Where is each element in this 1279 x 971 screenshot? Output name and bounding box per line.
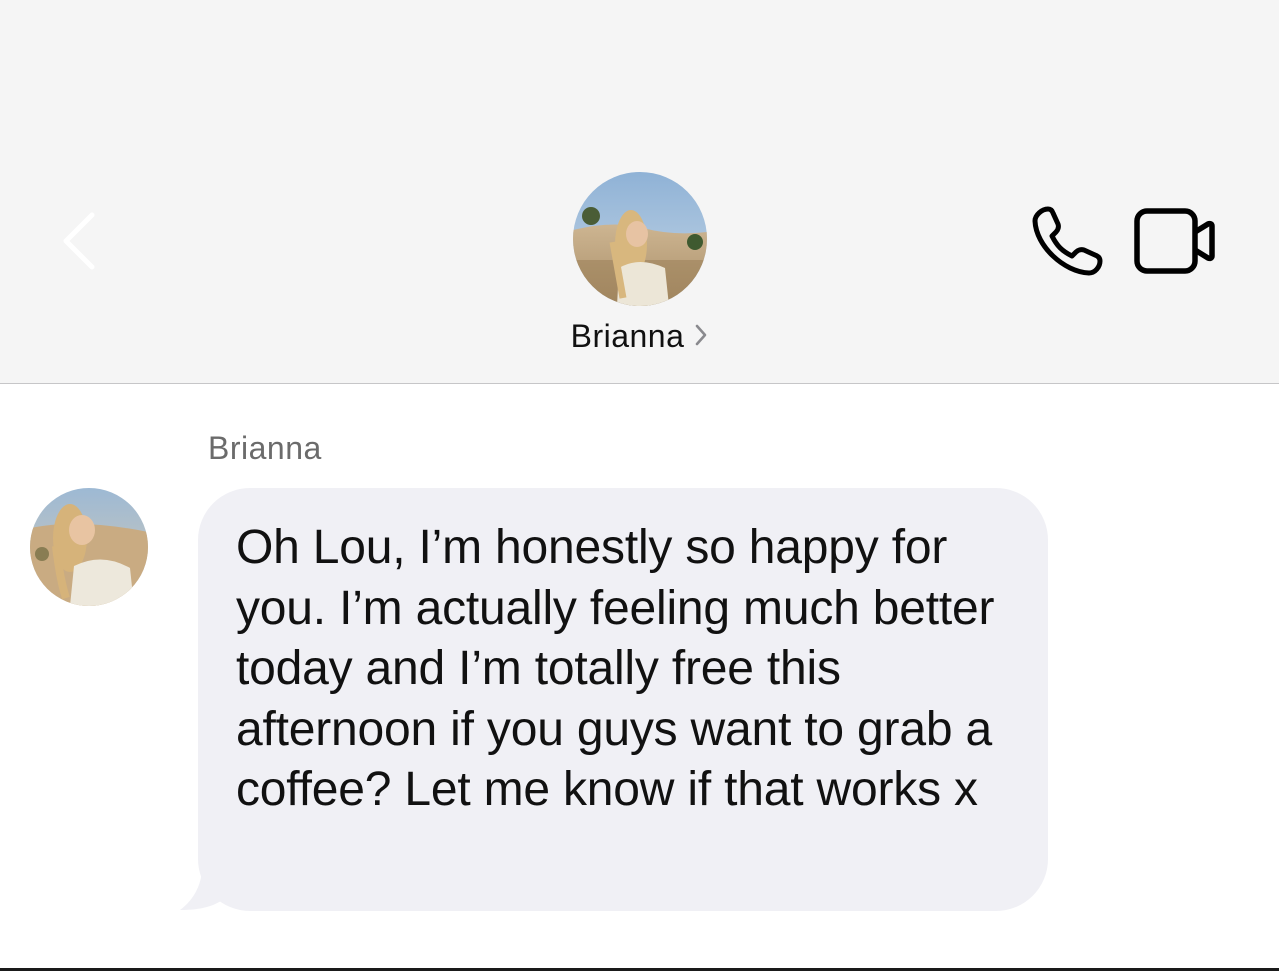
- video-call-button[interactable]: [1132, 204, 1218, 278]
- sender-avatar[interactable]: [30, 488, 148, 606]
- phone-icon: [1032, 206, 1103, 276]
- chevron-right-icon: [694, 318, 708, 355]
- message-sender-name: Brianna: [208, 430, 322, 466]
- contact-avatar[interactable]: [573, 172, 707, 306]
- message-bubble[interactable]: Oh Lou, I’m honestly so happy for you. I…: [198, 488, 1048, 911]
- back-button[interactable]: [52, 205, 112, 277]
- messages-screen: Brianna Brianna Oh Lou, I’m honestly so …: [0, 0, 1279, 971]
- message-text: Oh Lou, I’m honestly so happy for you. I…: [236, 521, 995, 816]
- chevron-left-icon: [63, 212, 95, 270]
- conversation-header: Brianna: [0, 0, 1279, 384]
- contact-name-button[interactable]: Brianna: [0, 318, 1279, 355]
- contact-name: Brianna: [570, 318, 685, 354]
- audio-call-button[interactable]: [1028, 204, 1106, 278]
- video-camera-icon: [1134, 208, 1215, 274]
